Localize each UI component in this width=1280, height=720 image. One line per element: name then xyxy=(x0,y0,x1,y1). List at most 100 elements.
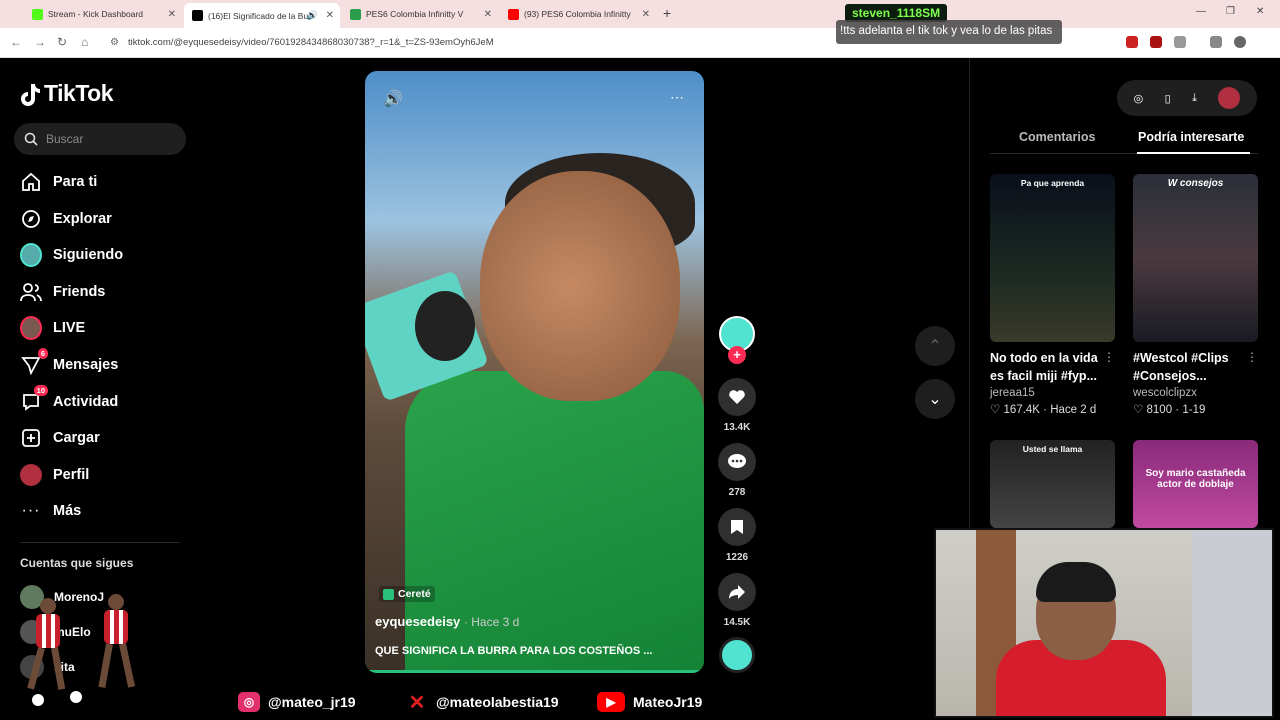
activity-icon: 10 xyxy=(20,385,48,413)
browser-tab-bar: Stream - Kick Dashboard ✕ (16)El Signifi… xyxy=(0,0,1280,28)
live-avatar-icon xyxy=(20,316,42,340)
home-icon xyxy=(20,171,42,193)
nav-siguiendo[interactable]: Siguiendo xyxy=(20,243,123,267)
nav-cargar[interactable]: Cargar xyxy=(20,426,100,450)
suggested-video-card[interactable]: Soy mario castañeda actor de doblaje xyxy=(1133,440,1258,528)
video-player[interactable]: 🔊 ⋯ Cereté eyquesedeisy · Hace 3 d QUE S… xyxy=(365,71,704,673)
close-icon[interactable]: ✕ xyxy=(484,9,492,20)
nav-perfil[interactable]: Perfil xyxy=(20,463,89,487)
social-instagram: ◎ @mateo_jr19 xyxy=(238,692,356,712)
location-tag[interactable]: Cereté xyxy=(379,586,435,602)
browser-tab[interactable]: Stream - Kick Dashboard ✕ xyxy=(24,3,182,25)
more-vertical-icon[interactable]: ⋮ xyxy=(1103,350,1115,364)
close-icon[interactable]: ✕ xyxy=(642,9,650,20)
download-icon[interactable]: ⤓ xyxy=(1192,92,1197,105)
card-title[interactable]: #Westcol #Clips #Consejos... xyxy=(1133,349,1258,385)
author-name[interactable]: eyquesedeisy xyxy=(375,614,460,629)
nav-actividad[interactable]: 10 Actividad xyxy=(20,385,118,414)
card-author[interactable]: jereaa15 xyxy=(990,387,1115,399)
nav-label: Friends xyxy=(53,284,106,300)
previous-video-button[interactable]: ⌃ xyxy=(915,326,955,366)
nav-mensajes[interactable]: 6 Mensajes xyxy=(20,348,118,377)
comment-button[interactable]: 278 xyxy=(717,443,757,498)
youtube-icon xyxy=(508,8,519,20)
video-caption[interactable]: QUE SIGNIFICA LA BURRA PARA LOS COSTEÑOS… xyxy=(375,645,652,657)
location-pin-icon xyxy=(383,588,394,600)
like-button[interactable]: 13.4K xyxy=(717,378,757,433)
video-thumbnail[interactable]: W consejos xyxy=(1133,174,1258,342)
next-video-button[interactable]: ⌄ xyxy=(915,379,955,419)
phone-icon[interactable]: ▯ xyxy=(1165,92,1171,105)
browser-tab[interactable]: (93) PES6 Colombia Infinitty ✕ xyxy=(500,3,656,25)
profile-avatar-icon xyxy=(20,464,42,486)
nav-friends[interactable]: Friends xyxy=(20,280,105,304)
video-thumbnail[interactable]: Soy mario castañeda actor de doblaje xyxy=(1133,440,1258,528)
site-info-icon[interactable]: ⚙ xyxy=(110,37,119,48)
close-icon[interactable]: ✕ xyxy=(168,9,176,20)
video-frame-mic-head xyxy=(415,291,475,361)
tab-title: (16)El Significado de la Burr xyxy=(208,10,314,21)
toolbar-pill: ◎ ▯ ⤓ xyxy=(1117,80,1257,116)
nav-live[interactable]: LIVE xyxy=(20,316,85,340)
tab-comentarios[interactable]: Comentarios xyxy=(1019,130,1095,144)
video-author[interactable]: eyquesedeisy · Hace 3 d xyxy=(375,614,519,629)
nav-explorar[interactable]: Explorar xyxy=(20,207,112,231)
home-icon[interactable]: ⌂ xyxy=(81,35,88,49)
browser-tab[interactable]: PES6 Colombia Infinitty V ✕ xyxy=(342,3,498,25)
share-icon xyxy=(718,573,756,611)
tiktok-logo-icon xyxy=(21,83,40,106)
following-avatar-icon xyxy=(20,243,42,267)
follow-plus-icon[interactable]: + xyxy=(728,346,746,364)
nav-mas[interactable]: ··· Más xyxy=(20,499,82,523)
nav-label: Explorar xyxy=(53,211,112,227)
chevron-up-icon: ⌃ xyxy=(928,338,942,355)
minimize-icon[interactable]: — xyxy=(1196,6,1206,17)
instagram-icon: ◎ xyxy=(238,692,260,712)
search-input[interactable]: Buscar xyxy=(14,123,186,155)
tab-title: (93) PES6 Colombia Infinitty xyxy=(524,9,631,19)
more-options-icon[interactable]: ⋯ xyxy=(670,89,684,106)
puzzle-icon[interactable] xyxy=(1174,36,1186,48)
card-title[interactable]: No todo en la vida es facil miji #fyp... xyxy=(990,349,1115,385)
extension-icon[interactable] xyxy=(1150,36,1162,48)
card-time: 1-19 xyxy=(1182,404,1206,416)
extension-icon[interactable] xyxy=(1126,36,1138,48)
back-icon[interactable]: ← xyxy=(10,35,22,49)
music-disc-icon[interactable] xyxy=(719,637,755,673)
reload-icon[interactable]: ↻ xyxy=(57,35,67,49)
profile-icon[interactable] xyxy=(1234,36,1246,48)
volume-icon[interactable]: 🔊 xyxy=(383,89,403,109)
window-close-icon[interactable]: ✕ xyxy=(1256,6,1264,17)
speaker-icon[interactable]: 🔊 xyxy=(307,10,318,21)
tiktok-logo[interactable]: TikTok xyxy=(20,80,114,107)
compass-icon[interactable]: ◎ xyxy=(1134,92,1144,105)
maximize-icon[interactable]: ❐ xyxy=(1226,6,1235,17)
video-progress-bar[interactable] xyxy=(365,670,701,673)
save-count: 1226 xyxy=(725,552,749,563)
video-thumbnail[interactable]: Pa que aprenda xyxy=(990,174,1115,342)
panel-divider xyxy=(969,58,970,528)
suggested-video-card[interactable]: Pa que aprenda No todo en la vida es fac… xyxy=(990,174,1115,416)
sidebar-divider xyxy=(20,542,180,543)
url-field[interactable]: tiktok.com/@eyquesedeisy/video/760192843… xyxy=(128,37,494,48)
tab-podria-interesarte[interactable]: Podría interesarte xyxy=(1138,130,1244,144)
card-author[interactable]: wescolclipzx xyxy=(1133,387,1258,399)
close-icon[interactable]: ✕ xyxy=(326,10,334,21)
thumbnail-title: Usted se llama xyxy=(1022,444,1083,454)
active-tab-indicator xyxy=(1137,152,1250,154)
share-count: 14.5K xyxy=(723,617,751,628)
browser-tab-active[interactable]: (16)El Significado de la Burr 🔊 ✕ xyxy=(184,3,340,28)
share-button[interactable]: 14.5K xyxy=(717,573,757,628)
new-tab-icon[interactable]: + xyxy=(663,5,671,21)
heart-icon xyxy=(718,378,756,416)
profile-avatar[interactable] xyxy=(1218,87,1241,109)
save-button[interactable]: 1226 xyxy=(717,508,757,563)
menu-icon[interactable] xyxy=(1210,36,1222,48)
forward-icon[interactable]: → xyxy=(34,35,46,49)
suggested-video-card[interactable]: Usted se llama xyxy=(990,440,1115,528)
video-thumbnail[interactable]: Usted se llama xyxy=(990,440,1115,528)
suggested-video-card[interactable]: W consejos #Westcol #Clips #Consejos... … xyxy=(1133,174,1258,416)
more-vertical-icon[interactable]: ⋮ xyxy=(1246,350,1258,364)
thumbnail-title: W consejos xyxy=(1167,178,1224,189)
nav-para-ti[interactable]: Para ti xyxy=(20,170,97,194)
